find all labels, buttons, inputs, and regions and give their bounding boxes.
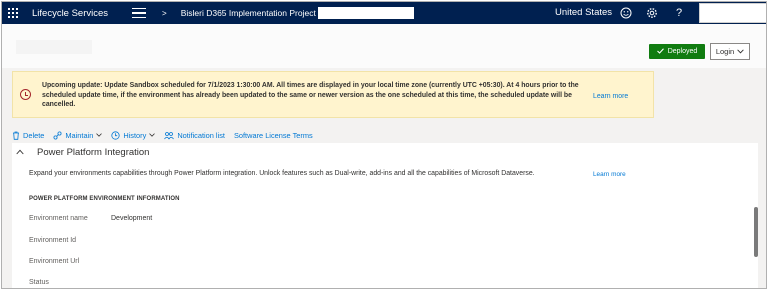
software-license-terms-button[interactable]: Software License Terms — [234, 131, 313, 140]
notice-text: Upcoming update: Update Sandbox schedule… — [42, 82, 579, 109]
section-title: Power Platform Integration — [37, 147, 150, 158]
field-label-environment-id: Environment Id — [29, 237, 77, 244]
command-bar: Delete Maintain History Notification lis… — [12, 128, 322, 142]
clock-icon — [111, 130, 120, 140]
delete-button[interactable]: Delete — [12, 131, 44, 140]
login-button[interactable]: Login — [710, 43, 750, 60]
section-description: Expand your environments capabilities th… — [29, 170, 535, 177]
checkmark-icon — [656, 47, 664, 56]
app-name[interactable]: Lifecycle Services — [32, 8, 108, 19]
waffle-icon[interactable] — [2, 2, 24, 24]
deployed-status-button[interactable]: Deployed — [649, 44, 705, 59]
field-value-environment-name: Development — [111, 215, 153, 222]
delete-label: Delete — [23, 130, 45, 140]
power-platform-panel: Power Platform Integration Expand your e… — [12, 143, 758, 288]
field-label-status: Status — [29, 279, 49, 286]
chevron-down-icon — [737, 47, 744, 56]
chevron-up-icon[interactable] — [16, 148, 24, 157]
history-button[interactable]: History — [111, 130, 156, 140]
deployed-label: Deployed — [667, 48, 698, 55]
clock-icon — [20, 89, 31, 100]
page-header: Deployed Login — [2, 24, 766, 68]
scrollbar-thumb[interactable] — [754, 207, 758, 257]
page-title — [16, 40, 92, 54]
breadcrumb-separator: > — [162, 8, 167, 18]
section-learn-more-link[interactable]: Learn more — [593, 171, 626, 178]
account-area[interactable] — [699, 3, 766, 23]
notice-learn-more-link[interactable]: Learn more — [593, 93, 628, 100]
hamburger-icon[interactable] — [132, 8, 147, 18]
region-label[interactable]: United States — [555, 7, 612, 18]
maintain-label: Maintain — [65, 130, 94, 140]
login-label: Login — [715, 47, 735, 56]
history-label: History — [123, 130, 147, 140]
field-label-environment-name: Environment name — [29, 215, 88, 222]
breadcrumb-project[interactable]: Bisleri D365 Implementation Project — [181, 8, 316, 18]
wrench-icon — [53, 130, 62, 140]
notification-list-button[interactable]: Notification list — [164, 131, 225, 140]
redacted-area — [317, 7, 414, 19]
software-license-terms-label: Software License Terms — [233, 130, 313, 140]
gear-icon[interactable] — [645, 6, 659, 20]
chevron-down-icon — [149, 133, 156, 137]
top-nav-bar: Lifecycle Services > Bisleri D365 Implem… — [2, 2, 766, 24]
maintain-button[interactable]: Maintain — [53, 130, 103, 140]
notification-list-label: Notification list — [177, 130, 225, 140]
people-icon — [164, 131, 175, 140]
help-icon[interactable]: ? — [672, 6, 686, 20]
update-notice-banner: Upcoming update: Update Sandbox schedule… — [12, 71, 654, 118]
smiley-icon[interactable] — [619, 6, 633, 20]
app-window: Lifecycle Services > Bisleri D365 Implem… — [1, 1, 767, 289]
info-heading: POWER PLATFORM ENVIRONMENT INFORMATION — [29, 196, 180, 202]
chevron-down-icon — [96, 133, 103, 137]
field-label-environment-url: Environment Url — [29, 258, 80, 265]
trash-icon — [12, 131, 20, 140]
